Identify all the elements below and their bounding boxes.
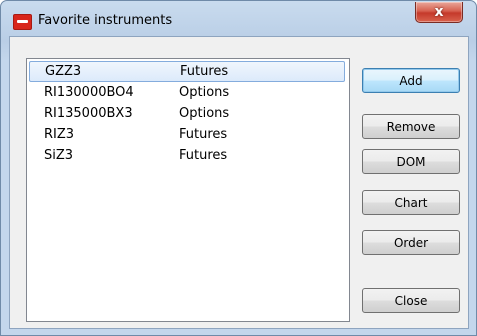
- list-item[interactable]: RIZ3 Futures: [29, 124, 345, 145]
- remove-button[interactable]: Remove: [362, 114, 460, 139]
- instrument-symbol: RIZ3: [44, 127, 75, 142]
- instrument-symbol: SiZ3: [44, 148, 74, 163]
- window-title: Favorite instruments: [38, 13, 173, 28]
- chart-button[interactable]: Chart: [362, 190, 460, 215]
- app-logo-icon: [13, 14, 32, 30]
- instruments-list[interactable]: GZZ3 Futures RI130000BO4 Options RI13500…: [26, 58, 350, 322]
- window-close-button[interactable]: x: [415, 2, 463, 23]
- instrument-type: Futures: [180, 64, 229, 79]
- list-item[interactable]: GZZ3 Futures: [29, 61, 345, 82]
- instrument-symbol: RI135000BX3: [44, 106, 133, 121]
- list-item[interactable]: RI130000BO4 Options: [29, 82, 345, 103]
- close-icon: x: [434, 4, 444, 20]
- order-button[interactable]: Order: [362, 230, 460, 255]
- add-button[interactable]: Add: [362, 68, 460, 93]
- instrument-type: Options: [179, 106, 230, 121]
- instrument-type: Futures: [179, 127, 228, 142]
- dialog-body: GZZ3 Futures RI130000BO4 Options RI13500…: [9, 36, 469, 329]
- instrument-symbol: GZZ3: [45, 64, 82, 79]
- dialog-window: Favorite instruments x GZZ3 Futures RI13…: [0, 0, 477, 336]
- close-button[interactable]: Close: [362, 288, 460, 313]
- title-bar[interactable]: Favorite instruments x: [1, 1, 476, 35]
- instrument-type: Futures: [179, 148, 228, 163]
- dom-button[interactable]: DOM: [362, 149, 460, 174]
- list-item[interactable]: SiZ3 Futures: [29, 145, 345, 166]
- list-item[interactable]: RI135000BX3 Options: [29, 103, 345, 124]
- instrument-symbol: RI130000BO4: [44, 85, 134, 100]
- instrument-type: Options: [179, 85, 230, 100]
